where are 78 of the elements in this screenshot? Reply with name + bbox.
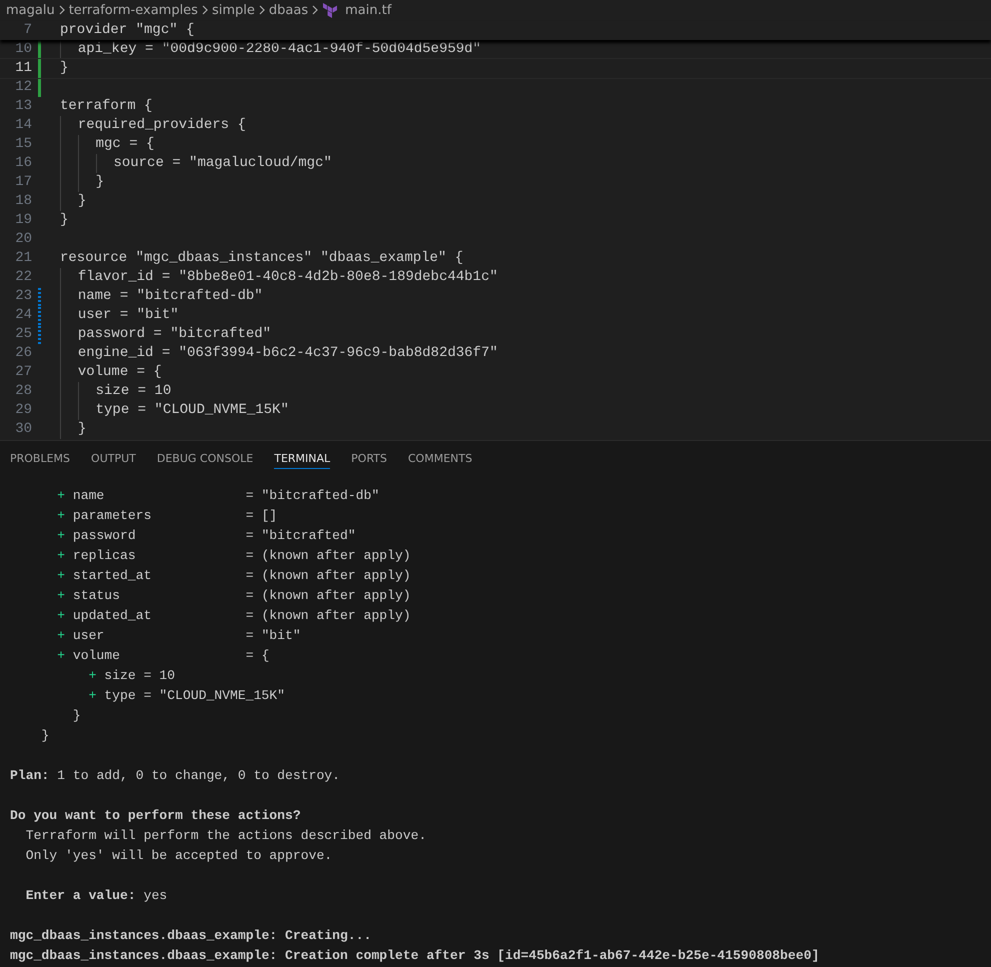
breadcrumb-item[interactable]: dbaas (268, 2, 308, 18)
terminal-line: Plan: 1 to add, 0 to change, 0 to destroy. (10, 767, 342, 785)
line-number: 17 (14, 173, 32, 192)
terminal-line: + type = "CLOUD_NVME_15K" (88, 687, 286, 705)
terminal-line: + size = 10 (88, 667, 176, 685)
terminal-line: + started_at = (known after apply) (56, 567, 412, 585)
code-line: resource "mgc_dbaas_instances" "dbaas_example" { (60, 249, 464, 268)
terminal-line: mgc_dbaas_instances.dbaas_example: Creating... (10, 927, 372, 945)
chevron-icon (311, 5, 320, 15)
code-line: name = "bitcrafted-db" (60, 287, 263, 306)
terminal-line: mgc_dbaas_instances.dbaas_example: Creation complete after 3s [id=45b6a2f1-ab67-442e-b25e-41590808bee0] (10, 947, 820, 965)
line-number: 13 (14, 97, 32, 116)
terminal-line: Do you want to perform these actions? (10, 807, 302, 825)
terminal-line: + status = (known after apply) (56, 587, 412, 605)
code-line: size = 10 (60, 382, 172, 401)
panel-tab[interactable]: COMMENTS (408, 448, 472, 469)
terminal-line: Terraform will perform the actions described above. (24, 827, 428, 845)
line-number: 12 (14, 78, 32, 97)
code-line: } (60, 59, 68, 78)
line-number: 15 (14, 135, 32, 154)
terminal-line: + volume = { (56, 647, 270, 665)
line-number: 26 (14, 344, 32, 363)
line-number: 29 (14, 401, 32, 420)
code-line: volume = { (60, 363, 162, 382)
panel-tab[interactable]: PORTS (351, 448, 387, 469)
terminal-line: + updated_at = (known after apply) (56, 607, 412, 625)
line-number: 22 (14, 268, 32, 287)
line-number: 14 (14, 116, 32, 135)
code-line: mgc = { (60, 135, 154, 154)
line-number: 25 (14, 325, 32, 344)
code-line: flavor_id = "8bbe8e01-40c8-4d2b-80e8-189debc44b1c" (60, 268, 498, 287)
line-number: 10 (14, 40, 32, 59)
code-line: user = "bit" (60, 306, 179, 325)
code-line: source = "magalucloud/mgc" (60, 154, 332, 173)
panel-tab[interactable]: DEBUG CONSOLE (156, 448, 254, 469)
terminal-line: + name = "bitcrafted-db" (56, 487, 380, 505)
code-line: required_providers { (60, 116, 246, 135)
code-line: engine_id = "063f3994-b6c2-4c37-96c9-bab8d82d36f7" (60, 344, 498, 363)
line-number: 24 (14, 306, 32, 325)
code-line: } (60, 420, 86, 439)
line-number: 28 (14, 382, 32, 401)
breadcrumb-item[interactable]: terraform-examples (68, 2, 198, 18)
panel-tab[interactable]: TERMINAL (274, 448, 330, 469)
line-number: 16 (14, 154, 32, 173)
line-number: 7 (22, 21, 32, 40)
line-number: 20 (14, 230, 32, 249)
terraform-file-icon (322, 2, 338, 18)
line-number: 23 (14, 287, 32, 306)
chevron-icon (258, 5, 266, 15)
code-line: api_key = "00d9c900-2280-4ac1-940f-50d04d5e959d" (60, 40, 482, 59)
breadcrumb-item[interactable]: magalu (6, 2, 55, 18)
code-line: } (60, 211, 68, 230)
code-line: } (60, 192, 86, 211)
panel-tab[interactable]: OUTPUT (91, 448, 136, 469)
terminal-line: Enter a value: yes (24, 887, 168, 905)
chevron-icon (200, 5, 209, 15)
terminal-line: } (40, 727, 50, 745)
code-line: provider "mgc" { (60, 21, 194, 40)
line-number: 30 (14, 420, 32, 439)
line-number: 19 (14, 211, 32, 230)
code-line: password = "bitcrafted" (60, 325, 272, 344)
code-line: type = "CLOUD_NVME_15K" (60, 401, 289, 420)
terminal-line: + replicas = (known after apply) (56, 547, 412, 565)
line-number: 18 (14, 192, 32, 211)
terminal-line: } (72, 707, 82, 725)
breadcrumb-item[interactable]: simple (212, 2, 255, 18)
line-number: 21 (14, 249, 32, 268)
terminal-line: + parameters = [] (56, 507, 278, 525)
line-number: 27 (14, 363, 32, 382)
terminal-line: + user = "bit" (56, 627, 302, 645)
panel-tab[interactable]: PROBLEMS (10, 448, 70, 469)
chevron-icon (58, 5, 66, 15)
terminal-line: + password = "bitcrafted" (56, 527, 357, 545)
code-line: } (60, 173, 104, 192)
file-name[interactable]: main.tf (345, 2, 392, 18)
terminal-line: Only 'yes' will be accepted to approve. (24, 847, 334, 865)
code-line: terraform { (60, 97, 152, 116)
line-number: 11 (14, 59, 32, 78)
